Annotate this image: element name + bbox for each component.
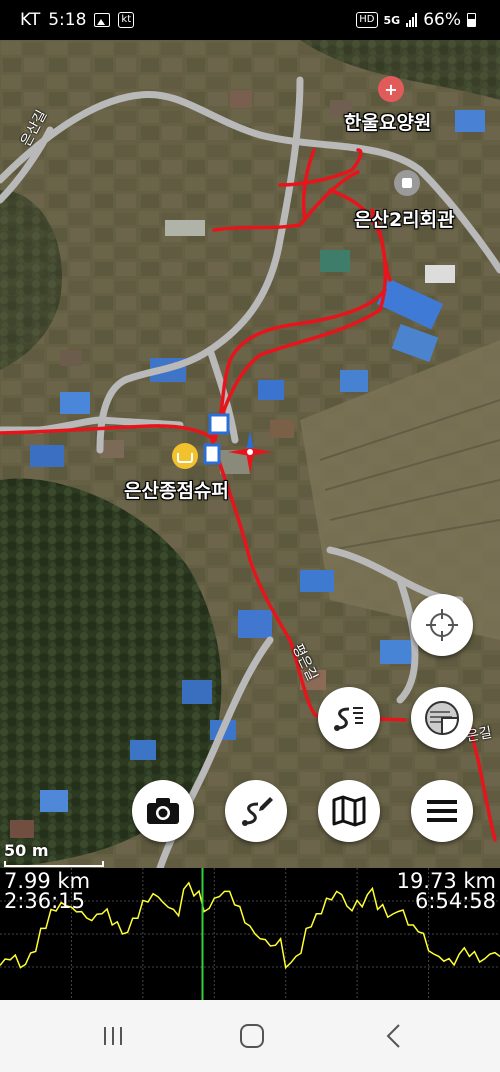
map-icon — [332, 795, 366, 827]
building-pin-icon[interactable] — [394, 170, 420, 196]
carrier-label: KT — [20, 10, 41, 30]
time-total: 6:54:58 — [415, 889, 496, 913]
waypoint-marker[interactable] — [203, 443, 221, 465]
place-label-village-hall[interactable]: 은산2리회관 — [354, 205, 455, 232]
recent-apps-button[interactable] — [93, 1018, 133, 1054]
edit-route-button[interactable] — [225, 780, 287, 842]
waypoint-marker[interactable] — [208, 413, 230, 435]
back-button[interactable] — [374, 1018, 414, 1054]
crosshair-icon — [426, 609, 458, 641]
map-button[interactable] — [318, 780, 380, 842]
system-nav-bar — [0, 1000, 500, 1072]
home-button[interactable] — [232, 1018, 272, 1054]
camera-button[interactable] — [132, 780, 194, 842]
menu-button[interactable] — [411, 780, 473, 842]
edit-route-icon — [242, 797, 273, 826]
time-current: 2:36:15 — [4, 889, 85, 913]
place-label-nursing-home[interactable]: 한울요양원 — [344, 108, 431, 135]
place-label-store[interactable]: 은산종점슈퍼 — [124, 476, 229, 503]
back-icon — [386, 1024, 400, 1048]
menu-icon — [427, 800, 457, 822]
network-type: 5G — [383, 13, 401, 27]
battery-level: 66% — [423, 10, 461, 30]
store-pin-icon[interactable] — [172, 443, 198, 469]
route-list-icon — [334, 707, 363, 731]
recents-icon — [104, 1027, 122, 1045]
kt-app-icon: kt — [118, 12, 135, 28]
elevation-profile[interactable]: 7.99 km 2:36:15 19.73 km 6:54:58 — [0, 868, 500, 1000]
locate-button[interactable] — [411, 594, 473, 656]
scale-bar — [4, 861, 104, 867]
signal-icon — [406, 13, 418, 27]
battery-icon — [467, 13, 476, 27]
hd-voice-icon: HD — [356, 12, 378, 28]
clock: 5:18 — [48, 10, 87, 30]
camera-icon — [147, 798, 179, 824]
hospital-pin-icon[interactable]: + — [378, 76, 404, 102]
gallery-icon — [94, 13, 111, 27]
layers-icon — [425, 701, 460, 736]
home-icon — [240, 1024, 264, 1048]
layers-button[interactable] — [411, 687, 473, 749]
status-bar: KT 5:18 kt HD 5G 66% — [0, 0, 500, 40]
route-list-button[interactable] — [318, 687, 380, 749]
scale-label: 50 m — [4, 841, 49, 860]
